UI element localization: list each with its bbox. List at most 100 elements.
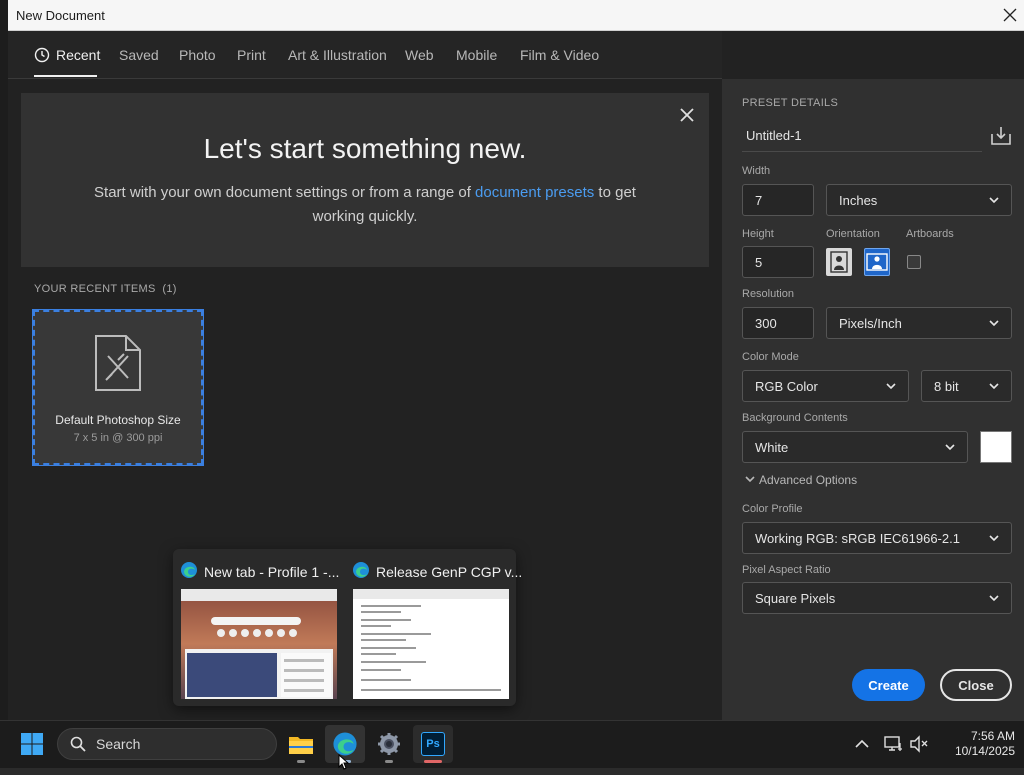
background-contents-select[interactable]: White <box>742 431 968 463</box>
welcome-text: Start with your own document settings or… <box>94 184 476 201</box>
bit-depth-select[interactable]: 8 bit <box>921 370 1012 402</box>
height-input[interactable]: 5 <box>742 246 814 278</box>
explorer-running-indicator <box>297 760 305 763</box>
recent-items-header: YOUR RECENT ITEMS (1) <box>34 283 177 295</box>
tab-mobile[interactable]: Mobile <box>456 47 497 63</box>
create-button[interactable]: Create <box>852 669 925 701</box>
width-input[interactable]: 7 <box>742 184 814 216</box>
welcome-heading: Let's start something new. <box>203 133 527 164</box>
chevron-up-icon[interactable] <box>851 733 873 755</box>
landscape-orientation-button[interactable] <box>864 248 890 276</box>
photoshop-taskbar-icon[interactable]: Ps <box>413 725 453 763</box>
portrait-orientation-button[interactable] <box>826 248 852 276</box>
bit-depth-value: 8 bit <box>934 378 959 394</box>
recent-items-label: YOUR RECENT ITEMS <box>34 283 156 295</box>
preset-details-label: PRESET DETAILS <box>742 97 839 109</box>
pixel-aspect-select[interactable]: Square Pixels <box>742 582 1012 614</box>
color-mode-select[interactable]: RGB Color <box>742 370 909 402</box>
background-color-swatch[interactable] <box>980 431 1012 463</box>
background-contents-label: Background Contents <box>742 412 848 424</box>
color-mode-value: RGB Color <box>755 378 818 394</box>
search-label: Search <box>96 736 141 752</box>
document-presets-link[interactable]: document presets <box>475 184 594 201</box>
tab-web[interactable]: Web <box>405 47 434 63</box>
color-mode-label: Color Mode <box>742 351 799 363</box>
close-icon[interactable] <box>998 3 1022 27</box>
close-icon[interactable] <box>677 105 697 125</box>
artboards-label: Artboards <box>906 228 954 240</box>
color-profile-label: Color Profile <box>742 503 803 515</box>
landscape-icon <box>866 253 888 271</box>
advanced-options-label: Advanced Options <box>759 473 858 487</box>
background-app-strip <box>0 0 8 720</box>
recent-items-count: (1) <box>162 283 177 295</box>
tab-saved[interactable]: Saved <box>119 47 159 63</box>
taskbar-search[interactable]: Search <box>57 728 277 760</box>
tab-art-illustration[interactable]: Art & Illustration <box>288 47 387 63</box>
preview-window-1-title[interactable]: New tab - Profile 1 -... <box>180 561 339 582</box>
width-label: Width <box>742 165 771 177</box>
height-label: Height <box>742 228 774 240</box>
recent-item-card[interactable]: Default Photoshop Size 7 x 5 in @ 300 pp… <box>32 309 204 466</box>
preset-tabs: Recent Saved Photo Print Art & Illustrat… <box>8 31 722 79</box>
photoshop-running-indicator <box>424 760 442 763</box>
clock-icon <box>34 47 50 66</box>
preview-thumbnail-new-tab[interactable] <box>181 589 337 699</box>
clock-time: 7:56 AM <box>970 729 1015 743</box>
chevron-down-icon <box>945 444 955 451</box>
save-preset-icon[interactable] <box>989 124 1013 148</box>
resolution-input[interactable]: 300 <box>742 307 814 339</box>
edge-icon <box>352 561 370 582</box>
tab-label: Recent <box>56 47 101 63</box>
preview-thumbnail-release[interactable] <box>353 589 509 699</box>
network-icon[interactable] <box>883 733 905 755</box>
system-clock[interactable]: 7:56 AM 10/14/2025 <box>935 729 1015 759</box>
pixel-aspect-label: Pixel Aspect Ratio <box>742 564 831 576</box>
active-tab-indicator <box>34 75 97 77</box>
chevron-down-icon <box>989 197 999 204</box>
tab-film-video[interactable]: Film & Video <box>520 47 599 63</box>
taskbar-window-preview: New tab - Profile 1 -... Release GenP CG… <box>173 549 522 706</box>
chevron-down-icon <box>886 383 896 390</box>
artboards-checkbox[interactable] <box>907 255 921 269</box>
document-icon <box>94 334 142 397</box>
recent-item-name: Default Photoshop Size <box>55 413 181 427</box>
orientation-label: Orientation <box>826 228 880 240</box>
document-name-field[interactable]: Untitled-1 <box>742 124 982 152</box>
width-unit-select[interactable]: Inches <box>826 184 1012 216</box>
resolution-label: Resolution <box>742 288 794 300</box>
mouse-cursor-icon <box>338 753 350 775</box>
dialog-title-bar: New Document <box>8 0 1024 31</box>
file-explorer-icon[interactable] <box>281 725 321 763</box>
chevron-down-icon <box>989 595 999 602</box>
edge-icon <box>180 561 198 582</box>
resolution-unit-select[interactable]: Pixels/Inch <box>826 307 1012 339</box>
clock-date: 10/14/2025 <box>954 744 1015 758</box>
color-profile-select[interactable]: Working RGB: sRGB IEC61966-2.1 <box>742 522 1012 554</box>
close-button[interactable]: Close <box>940 669 1012 701</box>
pixel-aspect-value: Square Pixels <box>755 590 836 606</box>
windows-start-icon[interactable] <box>12 725 52 763</box>
chevron-down-icon <box>745 476 755 483</box>
preview-window-2-title[interactable]: Release GenP CGP v... <box>352 561 522 582</box>
welcome-banner: Let's start something new. Start with yo… <box>21 93 709 267</box>
chevron-down-icon <box>989 535 999 542</box>
photoshop-label: Ps <box>426 738 440 750</box>
search-icon <box>70 736 86 752</box>
settings-gear-icon[interactable] <box>369 725 409 763</box>
chevron-down-icon <box>989 383 999 390</box>
tab-print[interactable]: Print <box>237 47 266 63</box>
tab-photo[interactable]: Photo <box>179 47 216 63</box>
preview-title-text: Release GenP CGP v... <box>376 563 523 580</box>
tab-recent[interactable]: Recent <box>34 47 100 66</box>
width-unit-value: Inches <box>839 192 878 208</box>
welcome-subtext: Start with your own document settings or… <box>85 181 645 229</box>
recent-item-desc: 7 x 5 in @ 300 ppi <box>73 432 163 444</box>
portrait-icon <box>830 251 848 273</box>
advanced-options-toggle[interactable]: Advanced Options <box>745 473 857 487</box>
volume-muted-icon[interactable] <box>908 733 930 755</box>
chevron-down-icon <box>989 320 999 327</box>
preview-title-text: New tab - Profile 1 -... <box>204 563 340 580</box>
dialog-title: New Document <box>16 8 105 23</box>
color-profile-value: Working RGB: sRGB IEC61966-2.1 <box>755 530 960 546</box>
